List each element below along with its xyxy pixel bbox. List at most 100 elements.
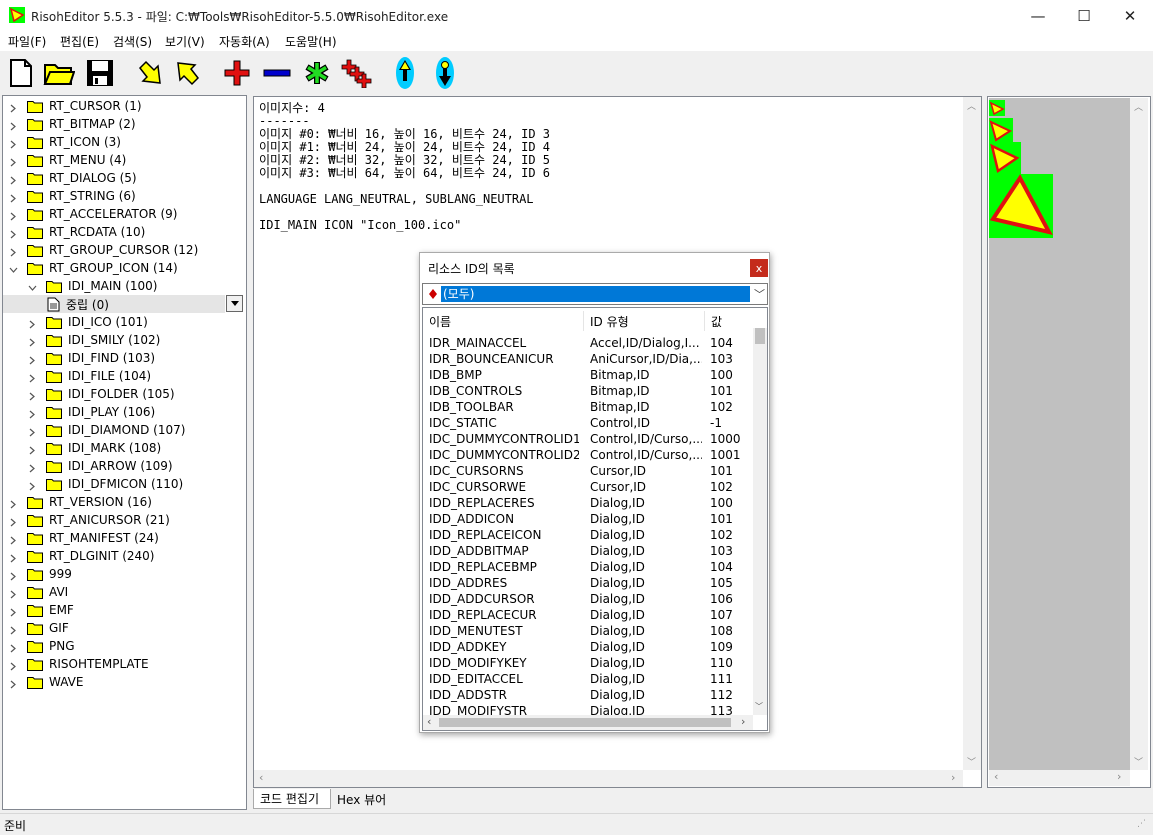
list-item[interactable]: IDC_DUMMYCONTROLID1 Control,ID/Curso,... 1… <box>423 431 753 447</box>
chevron-right-icon[interactable] <box>9 516 18 526</box>
menu-edit[interactable]: 편집(E) <box>60 33 99 50</box>
list-item[interactable]: IDC_DUMMYCONTROLID2 Control,ID/Curso,... 1… <box>423 447 753 463</box>
chevron-right-icon[interactable] <box>9 606 18 616</box>
tree-item[interactable]: IDI_PLAY (106) <box>28 403 155 421</box>
preview-vertical-scrollbar[interactable]: ︿ ﹀ <box>1130 98 1148 770</box>
move-down-icon[interactable] <box>429 56 461 90</box>
code-text[interactable]: 이미지수: 4 ------- 이미지 #0: ₩너비 16, 높이 16, 비… <box>259 102 550 232</box>
list-item[interactable]: IDC_CURSORNS Cursor,ID 101 <box>423 463 753 479</box>
chevron-right-icon[interactable] <box>9 246 18 256</box>
tree-item[interactable]: IDI_DIAMOND (107) <box>28 421 185 439</box>
chevron-right-icon[interactable] <box>9 156 18 166</box>
scroll-up-icon[interactable]: ︿ <box>1134 100 1143 113</box>
scroll-left-icon[interactable]: ‹ <box>259 771 263 784</box>
chevron-right-icon[interactable] <box>28 318 37 328</box>
tree-item[interactable]: RT_VERSION (16) <box>9 493 152 511</box>
scroll-up-icon[interactable]: ︿ <box>967 99 976 112</box>
tab-hex-viewer[interactable]: Hex 뷰어 <box>331 789 391 809</box>
list-item[interactable]: IDD_REPLACERES Dialog,ID 100 <box>423 495 753 511</box>
tree-item[interactable]: IDI_SMILY (102) <box>28 331 160 349</box>
tree-item[interactable]: RT_DIALOG (5) <box>9 169 137 187</box>
tree-item[interactable]: RT_ANICURSOR (21) <box>9 511 170 529</box>
tree-item[interactable]: RT_MENU (4) <box>9 151 126 169</box>
chevron-right-icon[interactable] <box>28 390 37 400</box>
tree-item[interactable]: RT_CURSOR (1) <box>9 97 142 115</box>
combo-selected-value[interactable]: (모두) <box>441 286 750 302</box>
list-item[interactable]: IDD_EDITACCEL Dialog,ID 111 <box>423 671 753 687</box>
chevron-right-icon[interactable] <box>28 426 37 436</box>
chevron-right-icon[interactable] <box>28 444 37 454</box>
menu-help[interactable]: 도움말(H) <box>285 33 337 50</box>
menu-file[interactable]: 파일(F) <box>8 33 46 50</box>
scroll-right-icon[interactable]: › <box>951 771 955 784</box>
list-item[interactable]: IDD_REPLACEBMP Dialog,ID 104 <box>423 559 753 575</box>
chevron-right-icon[interactable] <box>9 660 18 670</box>
scroll-down-icon[interactable]: ﹀ <box>1134 755 1143 768</box>
tree-item[interactable]: IDI_FILE (104) <box>28 367 151 385</box>
tree-item[interactable]: PNG <box>9 637 75 655</box>
list-item[interactable]: IDD_MENUTEST Dialog,ID 108 <box>423 623 753 639</box>
chevron-right-icon[interactable] <box>28 408 37 418</box>
save-icon[interactable] <box>84 56 116 90</box>
tree-item[interactable]: WAVE <box>9 673 83 691</box>
tree-item[interactable]: RT_RCDATA (10) <box>9 223 145 241</box>
list-item[interactable]: IDD_REPLACEICON Dialog,ID 102 <box>423 527 753 543</box>
list-item[interactable]: IDC_CURSORWE Cursor,ID 102 <box>423 479 753 495</box>
add-icon[interactable] <box>221 56 253 90</box>
editor-vertical-scrollbar[interactable]: ︿ ﹀ <box>963 97 981 770</box>
chevron-right-icon[interactable] <box>9 570 18 580</box>
menu-automation[interactable]: 자동화(A) <box>219 33 270 50</box>
scroll-thumb[interactable] <box>439 718 731 727</box>
resize-grip-icon[interactable]: ⋰ <box>1137 819 1146 829</box>
dropdown-button[interactable] <box>226 295 243 312</box>
list-item[interactable]: IDD_ADDCURSOR Dialog,ID 106 <box>423 591 753 607</box>
chevron-right-icon[interactable] <box>9 624 18 634</box>
scroll-right-icon[interactable]: › <box>1117 770 1121 783</box>
tree-item[interactable]: RISOHTEMPLATE <box>9 655 149 673</box>
chevron-right-icon[interactable] <box>9 192 18 202</box>
resource-id-list[interactable]: 이름 ID 유형 값 IDR_MAINACCEL Accel,ID/Dialog,… <box>422 307 768 731</box>
chevron-right-icon[interactable] <box>9 588 18 598</box>
scroll-right-icon[interactable]: › <box>741 715 745 728</box>
chevron-down-icon[interactable] <box>9 264 18 273</box>
chevron-right-icon[interactable] <box>9 534 18 544</box>
tree-item[interactable]: IDI_ICO (101) <box>28 313 148 331</box>
dialog-close-button[interactable]: x <box>750 259 768 277</box>
tree-item[interactable]: IDI_FIND (103) <box>28 349 155 367</box>
list-item[interactable]: IDB_BMP Bitmap,ID 100 <box>423 367 753 383</box>
add-resources-icon[interactable] <box>340 56 372 90</box>
chevron-right-icon[interactable] <box>9 228 18 238</box>
open-folder-icon[interactable] <box>43 56 75 90</box>
tree-item[interactable]: RT_ICON (3) <box>9 133 121 151</box>
column-divider[interactable] <box>583 311 584 331</box>
scroll-down-icon[interactable]: ﹀ <box>967 755 976 768</box>
tree-item[interactable]: IDI_FOLDER (105) <box>28 385 175 403</box>
chevron-right-icon[interactable] <box>9 174 18 184</box>
list-item[interactable]: IDD_ADDKEY Dialog,ID 109 <box>423 639 753 655</box>
column-divider[interactable] <box>704 311 705 331</box>
tab-code-editor[interactable]: 코드 편집기 <box>253 789 331 809</box>
menu-search[interactable]: 검색(S) <box>113 33 152 50</box>
chevron-right-icon[interactable] <box>9 210 18 220</box>
close-button[interactable]: ✕ <box>1107 0 1153 31</box>
chevron-right-icon[interactable] <box>9 642 18 652</box>
tree-item[interactable]: RT_ACCELERATOR (9) <box>9 205 177 223</box>
scroll-thumb[interactable] <box>755 328 765 344</box>
chevron-right-icon[interactable] <box>9 552 18 562</box>
list-item[interactable]: IDB_TOOLBAR Bitmap,ID 102 <box>423 399 753 415</box>
chevron-down-icon[interactable] <box>28 282 37 291</box>
tree-item[interactable]: RT_BITMAP (2) <box>9 115 136 133</box>
tree-item[interactable]: IDI_DFMICON (110) <box>28 475 183 493</box>
editor-horizontal-scrollbar[interactable]: ‹ › <box>254 770 963 787</box>
chevron-right-icon[interactable] <box>9 678 18 688</box>
list-item[interactable]: IDC_STATIC Control,ID -1 <box>423 415 753 431</box>
minimize-button[interactable]: — <box>1015 0 1061 31</box>
list-item[interactable]: IDD_ADDSTR Dialog,ID 112 <box>423 687 753 703</box>
resource-tree[interactable]: RT_CURSOR (1) RT_BITMAP (2) RT_ICON (3) RT_… <box>2 95 247 810</box>
move-up-icon[interactable] <box>389 56 421 90</box>
tree-item[interactable]: 999 <box>9 565 72 583</box>
list-item[interactable]: IDD_ADDRES Dialog,ID 105 <box>423 575 753 591</box>
list-item[interactable]: IDR_BOUNCEANICUR AniCursor,ID/Dia,... 103 <box>423 351 753 367</box>
arrow-up-left-icon[interactable] <box>172 56 204 90</box>
id-type-filter-combo[interactable]: (모두) ﹀ <box>422 283 768 305</box>
